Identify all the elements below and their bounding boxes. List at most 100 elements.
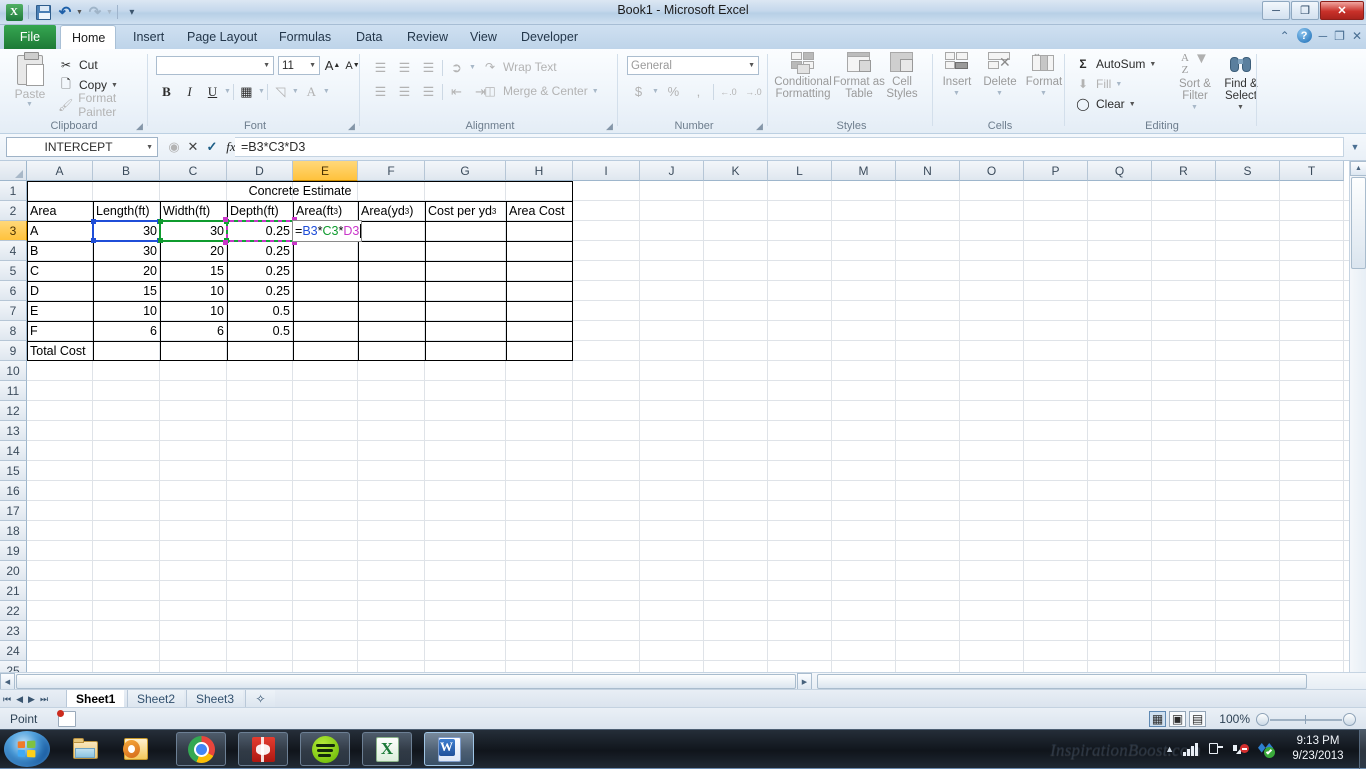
zoom-in-button[interactable] [1343, 713, 1356, 726]
column-header-s[interactable]: S [1216, 161, 1280, 181]
page-layout-view-icon[interactable]: ▣ [1169, 711, 1186, 727]
reference-resize-handle[interactable] [91, 219, 96, 224]
align-middle-icon[interactable]: ☰ [394, 57, 415, 78]
cell-C7[interactable]: 10 [160, 301, 227, 321]
row-header-20[interactable]: 20 [0, 561, 27, 581]
sort-filter-button[interactable]: AZ ▼ Sort & Filter ▼ [1171, 52, 1219, 114]
cell-B5[interactable]: 20 [93, 261, 160, 281]
row-header-19[interactable]: 19 [0, 541, 27, 561]
taskbar-item-word[interactable]: W [424, 732, 474, 766]
network-signal-icon[interactable] [1183, 741, 1199, 756]
conditional-formatting-button[interactable]: Conditional Formatting [772, 52, 834, 100]
dropbox-icon[interactable] [1258, 741, 1274, 756]
clipboard-dialog-launcher[interactable]: ◢ [136, 122, 145, 131]
horizontal-scroll-track-extra[interactable] [817, 674, 1307, 689]
cell-A6[interactable]: D [27, 281, 93, 301]
reference-resize-handle[interactable] [223, 217, 228, 222]
enter-button[interactable]: ✓ [205, 139, 219, 155]
fill-button[interactable]: ⬇ Fill ▼ [1075, 74, 1156, 94]
cell-A3[interactable]: A [27, 221, 93, 241]
align-bottom-icon[interactable]: ☰ [418, 57, 439, 78]
cell-B8[interactable]: 6 [93, 321, 160, 341]
reference-resize-handle[interactable] [158, 238, 163, 243]
column-header-l[interactable]: L [768, 161, 832, 181]
clear-button[interactable]: ◯ Clear ▼ [1075, 94, 1156, 114]
tab-review[interactable]: Review [396, 25, 459, 49]
merge-center-button[interactable]: ◫ Merge & Center ▼ [482, 81, 599, 101]
merge-dropdown-icon[interactable]: ▼ [592, 88, 599, 95]
wrap-text-button[interactable]: ↷ Wrap Text [482, 57, 557, 77]
reference-resize-handle[interactable] [223, 240, 228, 245]
tab-split-handle[interactable] [822, 691, 1362, 707]
decrease-decimal-icon[interactable]: →.0 [743, 81, 764, 102]
row-header-10[interactable]: 10 [0, 361, 27, 381]
last-sheet-icon[interactable]: ⏭ [40, 694, 48, 705]
tab-home[interactable]: Home [60, 25, 116, 49]
scroll-left-icon[interactable]: ◀ [0, 673, 15, 689]
row-header-9[interactable]: 9 [0, 341, 27, 361]
cell-editor-e3[interactable]: =B3*C3*D3 [292, 220, 362, 242]
power-plug-icon[interactable] [1208, 741, 1224, 756]
increase-decimal-icon[interactable]: ←.0 [718, 81, 739, 102]
column-header-a[interactable]: A [27, 161, 93, 181]
show-hidden-icons-icon[interactable]: ▲ [1165, 744, 1174, 754]
number-dialog-launcher[interactable]: ◢ [756, 122, 765, 131]
column-header-m[interactable]: M [832, 161, 896, 181]
cell-D7[interactable]: 0.5 [227, 301, 293, 321]
scroll-right-icon[interactable]: ▶ [797, 673, 812, 689]
tab-developer[interactable]: Developer [510, 25, 589, 49]
horizontal-scrollbar[interactable]: ◀ ▶ [0, 672, 1366, 689]
number-format-combo[interactable]: General ▼ [627, 56, 759, 75]
delete-cells-button[interactable]: ✕ Delete ▼ [979, 52, 1021, 100]
taskbar-item-spotify[interactable] [300, 732, 350, 766]
column-header-g[interactable]: G [425, 161, 506, 181]
page-break-preview-icon[interactable]: ▤ [1189, 711, 1206, 727]
help-icon[interactable]: ? [1297, 28, 1312, 43]
cell-D2[interactable]: Depth(ft) [227, 201, 293, 221]
italic-button[interactable]: I [179, 81, 200, 102]
row-header-7[interactable]: 7 [0, 301, 27, 321]
cell-A7[interactable]: E [27, 301, 93, 321]
start-button[interactable] [4, 731, 50, 767]
cell-B2[interactable]: Length(ft) [93, 201, 160, 221]
copy-dropdown-icon[interactable]: ▼ [111, 82, 118, 89]
comma-icon[interactable]: , [688, 81, 709, 102]
sheet-tab-sheet1[interactable]: Sheet1 [66, 690, 124, 708]
tab-formulas[interactable]: Formulas [268, 25, 342, 49]
borders-icon[interactable]: ▦ [236, 81, 257, 102]
row-header-24[interactable]: 24 [0, 641, 27, 661]
tab-data[interactable]: Data [345, 25, 393, 49]
row-header-22[interactable]: 22 [0, 601, 27, 621]
cell-C8[interactable]: 6 [160, 321, 227, 341]
autosum-dropdown-icon[interactable]: ▼ [1149, 61, 1156, 68]
align-right-icon[interactable]: ☰ [418, 81, 439, 102]
cell-D4[interactable]: 0.25 [227, 241, 293, 261]
cell-H2[interactable]: Area Cost [506, 201, 573, 221]
sort-filter-dropdown-icon[interactable]: ▼ [1170, 102, 1219, 114]
column-header-d[interactable]: D [227, 161, 293, 181]
expand-formula-bar-icon[interactable]: ▼ [1347, 138, 1363, 156]
underline-button[interactable]: U [202, 81, 223, 102]
row-header-13[interactable]: 13 [0, 421, 27, 441]
column-header-n[interactable]: N [896, 161, 960, 181]
row-header-23[interactable]: 23 [0, 621, 27, 641]
cancel-button[interactable]: ✕ [186, 139, 200, 155]
align-top-icon[interactable]: ☰ [370, 57, 391, 78]
format-cells-button[interactable]: ↔ Format ▼ [1023, 52, 1065, 100]
font-name-combo[interactable]: ▼ [156, 56, 274, 75]
record-macro-icon[interactable] [58, 711, 76, 727]
close-button[interactable]: ✕ [1320, 1, 1364, 20]
volume-muted-icon[interactable] [1233, 741, 1249, 756]
fill-color-dropdown-icon[interactable]: ▼ [292, 88, 299, 95]
first-sheet-icon[interactable]: ⏮ [3, 694, 11, 705]
row-header-15[interactable]: 15 [0, 461, 27, 481]
taskbar-item-outlook[interactable] [112, 732, 162, 766]
paste-button[interactable]: Paste ▼ [8, 53, 52, 108]
cell-C5[interactable]: 15 [160, 261, 227, 281]
cell-B6[interactable]: 15 [93, 281, 160, 301]
vertical-scrollbar[interactable]: ▲ ▼ [1349, 161, 1366, 689]
cell-A1-title[interactable]: Concrete Estimate [27, 181, 573, 201]
row-header-1[interactable]: 1 [0, 181, 27, 201]
column-header-f[interactable]: F [358, 161, 425, 181]
bold-button[interactable]: B [156, 81, 177, 102]
